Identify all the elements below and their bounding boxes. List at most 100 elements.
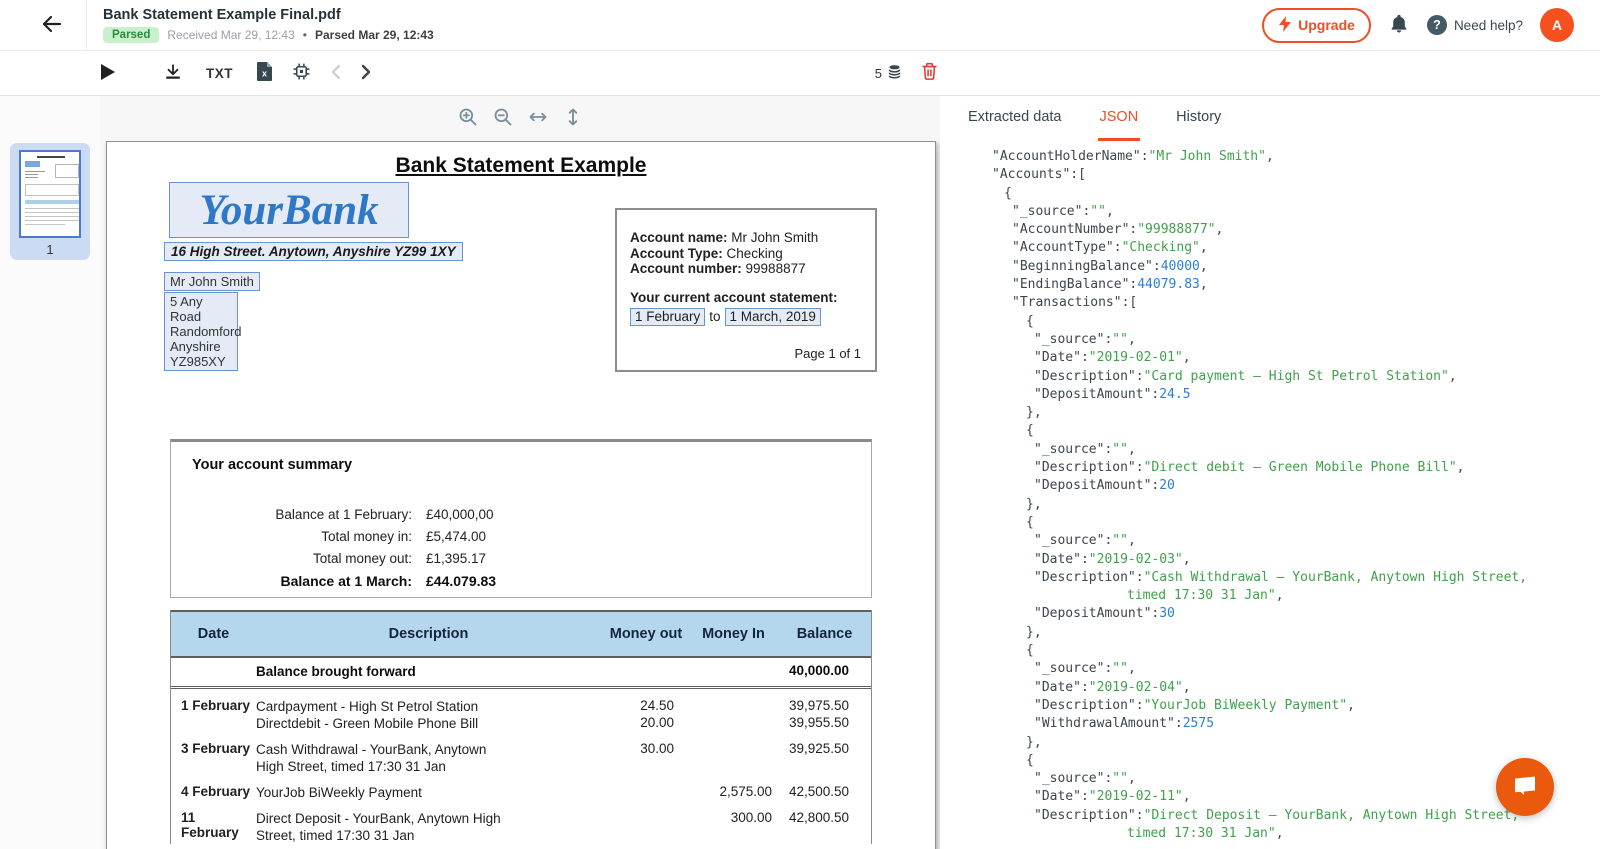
svg-text:x: x <box>262 69 267 79</box>
next-document-button[interactable] <box>359 64 373 83</box>
previous-document-button[interactable] <box>329 64 343 83</box>
json-line: "Date":"2019-02-03", <box>992 551 1600 569</box>
top-header: Bank Statement Example Final.pdf Parsed … <box>0 0 1600 50</box>
page-thumbnail[interactable]: 1 <box>10 143 90 260</box>
summary-title: Your account summary <box>192 457 871 473</box>
table-cell <box>171 663 256 680</box>
chat-launcher[interactable] <box>1496 758 1554 816</box>
table-cell <box>691 715 776 732</box>
table-cell: 39,975.50 <box>776 698 873 715</box>
json-line: }, <box>992 496 1600 514</box>
table-cell: 42,800.50 <box>776 810 873 844</box>
excel-file-icon: x <box>257 62 272 84</box>
credits-counter: 5 <box>875 63 903 83</box>
period-start-highlight: 1 February <box>630 308 705 326</box>
zoom-in-button[interactable] <box>458 107 478 130</box>
table-cell <box>691 741 776 775</box>
pdf-viewer: Bank Statement Example YourBank 16 High … <box>100 96 940 849</box>
help-label: Need help? <box>1454 18 1523 33</box>
extraction-panel: Extracted data JSON History "AccountHolder… <box>940 96 1600 849</box>
json-line: { <box>992 313 1600 331</box>
table-cell: Direct Deposit - YourBank, Anytown High … <box>256 810 601 844</box>
tab-extracted-data[interactable]: Extracted data <box>966 109 1064 141</box>
export-excel-button[interactable]: x <box>257 62 272 84</box>
table-cell: 1 February <box>171 698 256 715</box>
json-line: timed 17:30 31 Jan", <box>992 587 1600 605</box>
table-header-cell: Description <box>256 612 601 656</box>
back-button[interactable] <box>34 7 70 43</box>
help-button[interactable]: ? Need help? <box>1427 15 1523 35</box>
table-cell: 24.50 <box>601 698 691 715</box>
account-name-label: Account name: <box>630 230 728 245</box>
summary-row: Balance at 1 February:£40,000,00 <box>192 507 871 522</box>
json-line: { <box>992 185 1600 203</box>
table-cell: Balance brought forward <box>256 663 601 680</box>
fit-width-button[interactable] <box>528 107 548 130</box>
chip-icon <box>292 62 311 84</box>
avatar[interactable]: A <box>1540 8 1574 42</box>
zoom-in-icon <box>458 107 478 130</box>
json-line: "AccountType":"Checking", <box>992 239 1600 257</box>
lightning-bolt-icon <box>1278 16 1292 35</box>
summary-value: £40,000,00 <box>426 507 494 522</box>
summary-row: Total money out:£1,395.17 <box>192 551 871 566</box>
account-info-box: Account name: Mr John Smith Account Type… <box>615 208 877 372</box>
json-line: }, <box>992 404 1600 422</box>
doc-title: Bank Statement Example <box>107 154 935 178</box>
account-type-value: Checking <box>727 246 783 261</box>
json-line: "Transactions":[ <box>992 294 1600 312</box>
summary-row: Balance at 1 March:£44.079.83 <box>192 573 871 589</box>
ai-parse-button[interactable] <box>292 62 311 84</box>
transactions-table: DateDescriptionMoney outMoney InBalance … <box>170 610 872 844</box>
table-cell: 39,955.50 <box>776 715 873 732</box>
json-line: }, <box>992 624 1600 642</box>
table-cell <box>601 784 691 801</box>
account-name-value: Mr John Smith <box>731 230 818 245</box>
json-line: }, <box>992 734 1600 752</box>
json-code[interactable]: "AccountHolderName":"Mr John Smith","Acc… <box>940 148 1600 843</box>
notifications-button[interactable] <box>1388 13 1410 38</box>
json-line: "Description":"Cash Withdrawal – YourBan… <box>992 569 1600 587</box>
recipient-name: Mr John Smith <box>164 272 260 291</box>
zoom-out-button[interactable] <box>493 107 513 130</box>
json-line: { <box>992 514 1600 532</box>
table-cell: 11 February <box>171 810 256 844</box>
table-cell: 30.00 <box>601 741 691 775</box>
table-row: 11 FebruaryDirect Deposit - YourBank, An… <box>171 801 871 844</box>
coins-icon <box>886 63 903 83</box>
json-line: "Description":"Direct debit – Green Mobi… <box>992 459 1600 477</box>
page-thumbnail-preview <box>19 150 81 238</box>
page-scroll-area[interactable]: Bank Statement Example YourBank 16 High … <box>100 141 940 849</box>
tab-history[interactable]: History <box>1174 109 1223 141</box>
upgrade-button[interactable]: Upgrade <box>1262 8 1371 43</box>
export-txt-button[interactable]: TXT <box>206 66 233 81</box>
period-end-highlight: 1 March, 2019 <box>725 308 821 326</box>
viewer-toolbar <box>100 96 940 141</box>
statement-period-label: Your current account statement: <box>630 290 862 306</box>
parsed-timestamp: Parsed Mar 29, 12:43 <box>315 28 434 42</box>
account-summary-box: Your account summary Balance at 1 Februa… <box>170 439 872 598</box>
download-icon <box>164 63 182 84</box>
json-line: "Date":"2019-02-04", <box>992 679 1600 697</box>
json-line: "DepositAmount":24.5 <box>992 386 1600 404</box>
delete-document-button[interactable] <box>921 62 938 84</box>
question-mark-icon: ? <box>1427 15 1447 35</box>
table-cell: 40,000.00 <box>776 663 873 680</box>
download-button[interactable] <box>164 63 182 84</box>
bank-logo-highlight: YourBank <box>169 182 409 238</box>
table-row: Directdebit - Green Mobile Phone Bill20.… <box>171 715 871 732</box>
table-cell <box>171 715 256 732</box>
table-row: 1 FebruaryCardpayment - High St Petrol S… <box>171 689 871 715</box>
bank-address: 16 High Street. Anytown, Anyshire YZ99 1… <box>164 242 463 261</box>
chat-bubble-icon <box>1511 772 1539 803</box>
summary-label: Total money out: <box>192 551 412 566</box>
table-cell: 4 February <box>171 784 256 801</box>
summary-label: Total money in: <box>192 529 412 544</box>
account-number-value: 99988877 <box>746 261 806 276</box>
run-parse-button[interactable] <box>99 63 116 84</box>
tab-json[interactable]: JSON <box>1098 109 1141 141</box>
zoom-out-icon <box>493 107 513 130</box>
json-line: { <box>992 642 1600 660</box>
fit-height-button[interactable] <box>563 107 583 130</box>
table-cell: 20.00 <box>601 715 691 732</box>
